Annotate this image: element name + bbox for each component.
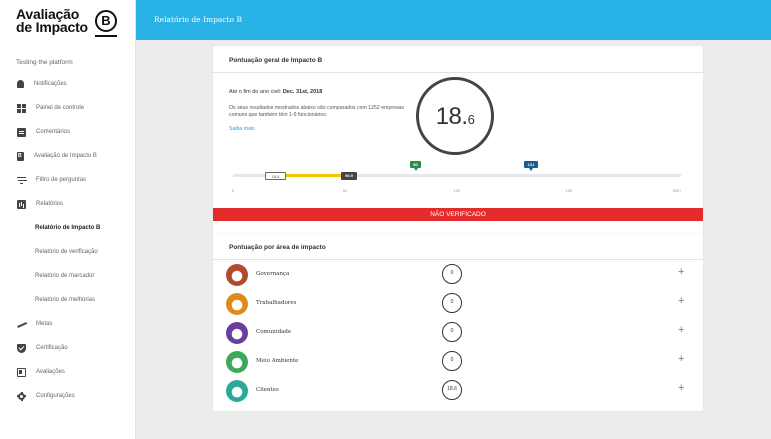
company-name: Testing the platform (16, 59, 73, 66)
impact-area-label: Meio Ambiente (256, 358, 299, 364)
customers-icon (226, 380, 248, 402)
sidebar-item-painel[interactable]: Painel de controle (0, 96, 136, 120)
impact-area-row[interactable]: Comunidade 0 + (213, 318, 703, 347)
impact-area-label: Clientes (256, 387, 279, 393)
expand-plus-icon[interactable]: + (678, 325, 684, 336)
certification-threshold-marker: 80 (410, 161, 421, 171)
logo-underline (95, 35, 117, 37)
environment-icon (226, 351, 248, 373)
sidebar-item-avaliacao[interactable]: Avaliação de Impacto B (0, 144, 136, 168)
impact-area-row[interactable]: Governança 0 + (213, 260, 703, 289)
sidebar-subitem-relatorio-melhorias[interactable]: Relatório de melhorias (0, 288, 136, 312)
community-icon (226, 322, 248, 344)
logo-text: Avaliação de Impacto (16, 6, 88, 35)
sidebar-subitem-relatorio-impacto[interactable]: Relatório de Impacto B (0, 216, 136, 240)
impact-area-list: Governança 0 + Trabalhadores 0 + Comunidade 0 + M… (213, 260, 703, 405)
expand-plus-icon[interactable]: + (678, 354, 684, 365)
top-bar: Relatório de Impacto B (136, 0, 771, 40)
shield-icon (17, 343, 26, 353)
sidebar-item-filtro[interactable]: Filtro de perguntas (0, 168, 136, 192)
fiscal-date: Até o fim do ano civil: Dec. 31st, 2018 (229, 89, 323, 95)
b-corp-icon: B (95, 10, 117, 32)
top-score-marker: 121 (524, 161, 538, 171)
scale-tick: 0 (231, 188, 235, 193)
divider (213, 72, 703, 73)
comment-icon (17, 127, 26, 137)
bell-icon (17, 80, 24, 88)
document-icon (17, 151, 24, 161)
bar-chart-icon (17, 199, 26, 209)
impact-area-row[interactable]: Clientes 18.6 + (213, 376, 703, 405)
impact-area-row[interactable]: Meio Ambiente 0 + (213, 347, 703, 376)
expand-plus-icon[interactable]: + (678, 267, 684, 278)
sidebar-item-relatorios[interactable]: Relatórios (0, 192, 136, 216)
gear-icon (17, 391, 26, 401)
impact-area-score: 0 (442, 264, 462, 284)
score-integer: 18. (435, 103, 468, 130)
verification-status-banner: NÃO VERIFICADO (213, 208, 703, 221)
sidebar-nav: Notificações Painel de controle Comentár… (0, 72, 136, 408)
comparison-text: Os seus resultados mostrados abaixo são … (229, 105, 405, 118)
sidebar-item-configuracoes[interactable]: Configurações (0, 384, 136, 408)
sidebar-item-avaliacoes[interactable]: Avaliações (0, 360, 136, 384)
sidebar-subitem-relatorio-verificacao[interactable]: Relatório de verificação (0, 240, 136, 264)
sidebar-item-certificacao[interactable]: Certificação (0, 336, 136, 360)
scale-tick: 100 (453, 188, 461, 193)
impact-area-card: Pontuação por área de impacto Governança… (213, 233, 703, 411)
impact-area-label: Comunidade (256, 329, 292, 335)
dashboard-icon (17, 367, 26, 377)
b-impact-assessment-logo[interactable]: Avaliação de Impacto B (16, 6, 121, 44)
your-score-marker: 18.6 (265, 172, 286, 180)
median-score-marker: 50.9 (341, 172, 357, 180)
impact-area-score: 0 (442, 351, 462, 371)
impact-area-score: 18.6 (442, 380, 462, 400)
score-scale-fill (284, 174, 347, 177)
scale-tick: 200+ (672, 188, 682, 193)
impact-area-label: Governança (256, 271, 290, 277)
score-decimal: 6 (467, 112, 475, 127)
sidebar-subitem-relatorio-marcador[interactable]: Relatório de marcador (0, 264, 136, 288)
page-title: Relatório de Impacto B (154, 15, 242, 24)
trend-icon (17, 321, 26, 327)
filter-icon (17, 176, 26, 184)
impact-area-row[interactable]: Trabalhadores 0 + (213, 289, 703, 318)
overall-score-card: Pontuação geral de Impacto B Até o fim d… (213, 46, 703, 234)
scale-tick: 150 (565, 188, 573, 193)
overall-score-circle: 18.6 (416, 77, 494, 155)
expand-plus-icon[interactable]: + (678, 383, 684, 394)
sidebar: Avaliação de Impacto B Testing the platf… (0, 0, 136, 439)
learn-more-link[interactable]: Saiba mais (229, 126, 255, 132)
sidebar-item-metas[interactable]: Metas (0, 312, 136, 336)
scale-tick: 50 (342, 188, 348, 193)
expand-plus-icon[interactable]: + (678, 296, 684, 307)
impact-area-title: Pontuação por área de impacto (229, 244, 326, 251)
governance-icon (226, 264, 248, 286)
impact-area-score: 0 (442, 322, 462, 342)
overall-score-title: Pontuação geral de Impacto B (229, 57, 323, 64)
impact-area-score: 0 (442, 293, 462, 313)
workers-icon (226, 293, 248, 315)
sidebar-item-notificacoes[interactable]: Notificações (0, 72, 136, 96)
sidebar-item-comentarios[interactable]: Comentários (0, 120, 136, 144)
grid-icon (17, 103, 26, 113)
impact-area-label: Trabalhadores (256, 300, 297, 306)
